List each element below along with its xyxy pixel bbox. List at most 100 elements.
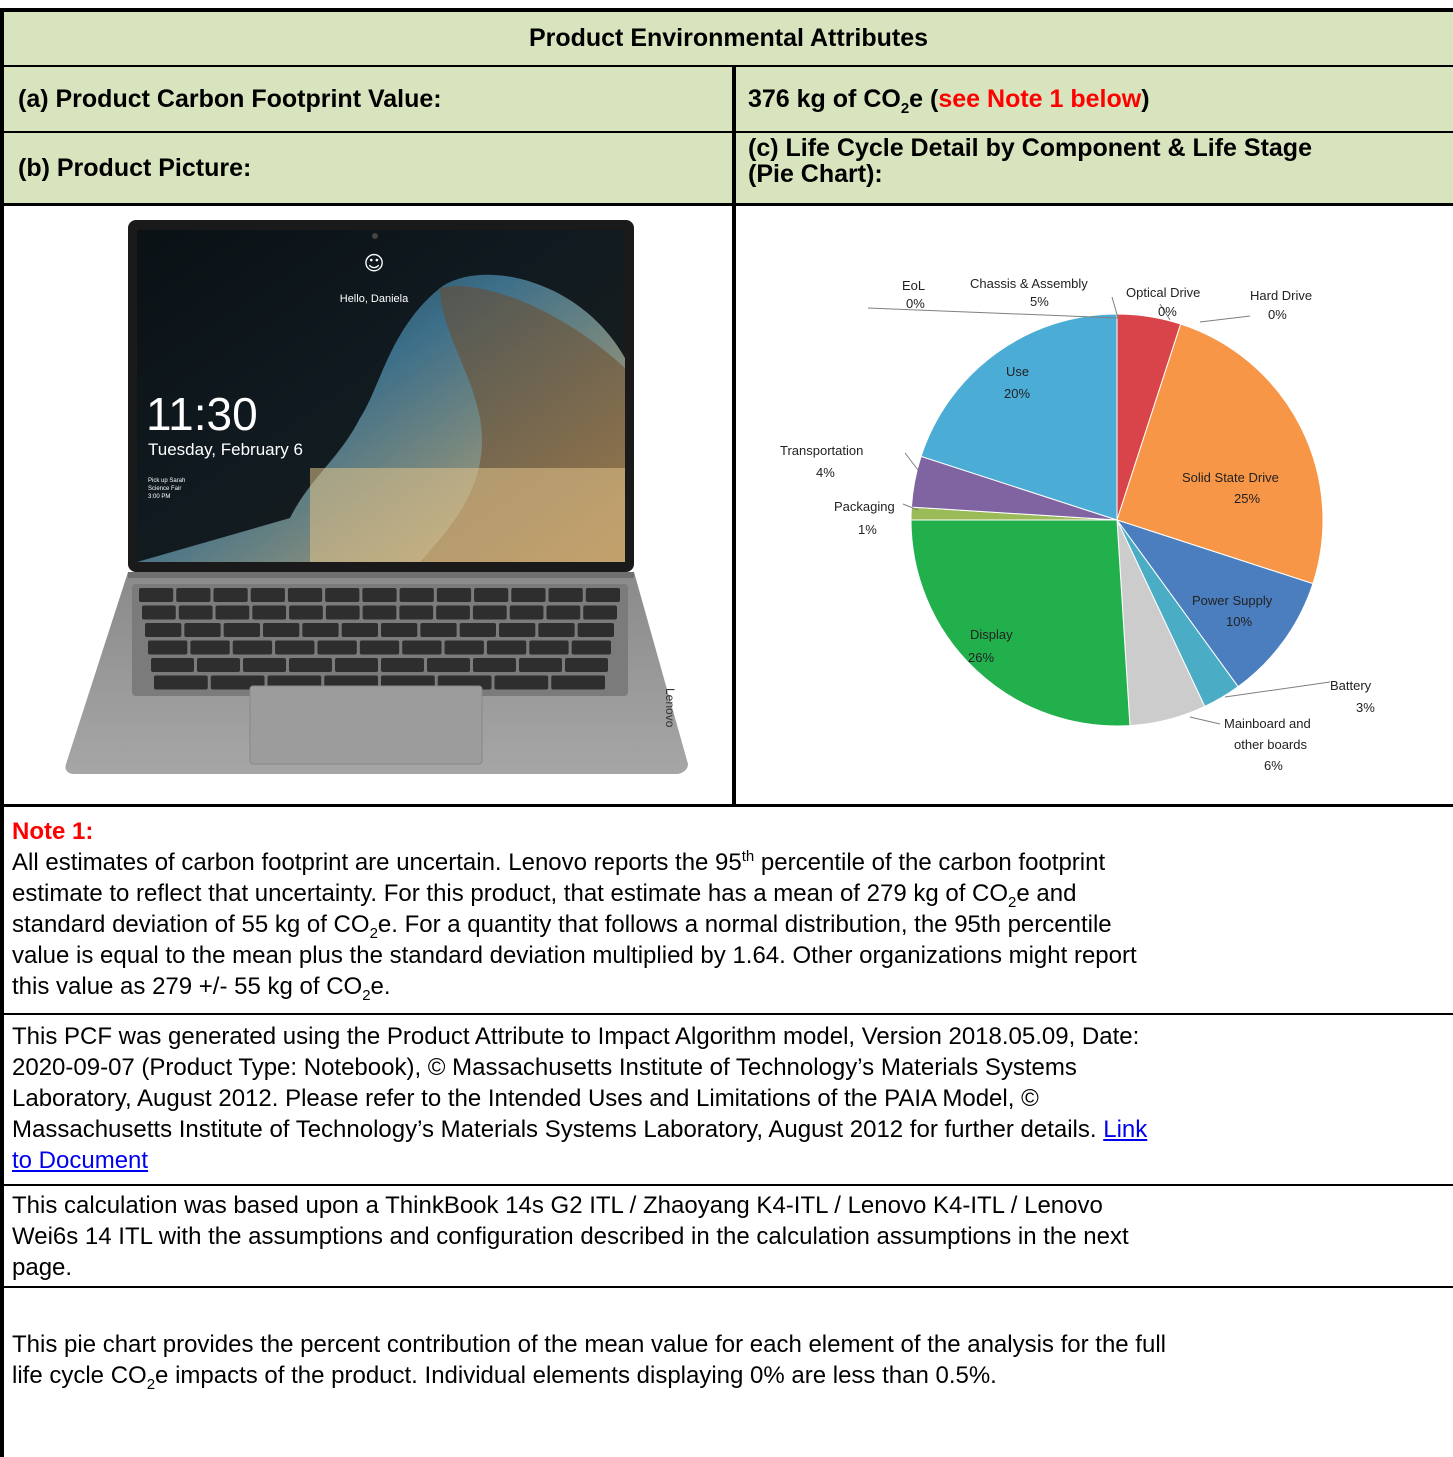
keyboard-key — [486, 640, 527, 655]
footprint-label: (a) Product Carbon Footprint Value: — [18, 84, 442, 113]
keyboard-key — [577, 623, 614, 637]
brand-logo: Lenovo — [663, 688, 677, 728]
keyboard-key — [519, 658, 562, 672]
keyboard-key — [551, 675, 605, 690]
document-link-continued[interactable]: to Document — [12, 1147, 148, 1174]
pie-label-battery: Battery — [1330, 678, 1372, 693]
keyboard-key — [232, 640, 273, 655]
keyboard-key — [583, 605, 617, 620]
keyboard-key — [325, 605, 360, 620]
pie-value-ssd: 25% — [1234, 491, 1260, 506]
note1-line: All estimates of carbon footprint are un… — [12, 848, 1106, 876]
keyboard-key — [399, 605, 434, 620]
keyboard-key — [459, 623, 496, 637]
keyboard-key — [335, 658, 378, 672]
keyboard-key — [243, 658, 286, 672]
lock-date: Tuesday, February 6 — [148, 440, 303, 459]
divider — [4, 1013, 1453, 1015]
divider — [4, 1184, 1453, 1186]
pie-value-packaging: 1% — [858, 522, 877, 537]
keyboard-key — [548, 588, 583, 602]
pie-label-optical: Optical Drive — [1126, 285, 1200, 300]
keyboard-key — [494, 675, 549, 690]
pcf-sheet: Product Environmental Attributes (a) Pro… — [0, 0, 1453, 1457]
keyboard-key — [509, 605, 544, 620]
greeting-text: Hello, Daniela — [340, 293, 409, 305]
keyboard-key — [263, 623, 300, 637]
footprint-label-cell: (a) Product Carbon Footprint Value: — [4, 67, 732, 131]
keyboard-key — [289, 658, 332, 672]
pie-value-eol: 0% — [906, 296, 925, 311]
keyboard-key — [571, 640, 611, 655]
keyboard-key — [538, 623, 575, 637]
keyboard-key — [585, 588, 620, 602]
note1-line: standard deviation of 55 kg of CO2e. For… — [12, 911, 1112, 942]
note1-line: estimate to reflect that uncertainty. Fo… — [12, 880, 1077, 911]
pie-value-battery: 3% — [1356, 700, 1375, 715]
touchpad — [249, 685, 483, 765]
keyboard-key — [215, 605, 250, 620]
pie-description: This pie chart provides the percent cont… — [12, 1331, 1166, 1393]
note1-line: value is equal to the mean plus the stan… — [12, 942, 1137, 969]
calculation-paragraph: This calculation was based upon a ThinkB… — [12, 1192, 1129, 1281]
keyboard-key — [511, 588, 546, 602]
keyboard-key — [184, 623, 221, 637]
chart-label-line2: (Pie Chart): — [748, 160, 883, 189]
pie-value-mainboard: 6% — [1264, 758, 1283, 773]
table-border-left — [0, 8, 4, 1457]
keyboard-key — [178, 605, 213, 620]
pie-value-transport: 4% — [816, 465, 835, 480]
chart-label-line1: (c) Life Cycle Detail by Component & Lif… — [748, 134, 1312, 162]
pie-label-transport: Transportation — [780, 443, 863, 458]
keyboard-key — [362, 588, 397, 602]
keyboard-key — [154, 675, 208, 690]
svg-text:Science Fair: Science Fair — [148, 486, 181, 492]
keyboard-key — [197, 658, 240, 672]
keyboard-key — [474, 588, 509, 602]
keyboard-key — [565, 658, 608, 672]
keyboard-key — [359, 640, 400, 655]
keyboard-key — [436, 588, 472, 602]
keyboard-key — [148, 640, 188, 655]
svg-text:3:00 PM: 3:00 PM — [148, 494, 170, 500]
footprint-value: 376 kg of CO2e (see Note 1 below) — [748, 84, 1150, 117]
keyboard-key — [325, 588, 360, 602]
keyboard-key — [302, 623, 339, 637]
keyboard-key — [420, 623, 457, 637]
pie-value-chassis: 5% — [1030, 294, 1049, 309]
keyboard-key — [151, 658, 194, 672]
keyboard-key — [402, 640, 442, 655]
pie-value-optical: 0% — [1158, 304, 1177, 319]
note1-line: this value as 279 +/- 55 kg of CO2e. — [12, 973, 391, 1004]
page-title: Product Environmental Attributes — [528, 24, 929, 53]
lock-time: 11:30 — [146, 388, 258, 440]
keyboard-key — [252, 605, 287, 620]
keyboard-key — [381, 658, 424, 672]
pie-value-display: 26% — [968, 650, 994, 665]
life-cycle-pie-chart: EoL 0% Chassis & Assembly 5% Optical Dri… — [780, 276, 1375, 773]
pie-label-ssd: Solid State Drive — [1182, 470, 1279, 485]
document-link[interactable]: Link — [1103, 1116, 1147, 1143]
smiley-icon: ☺ — [364, 251, 385, 275]
pie-value-power: 10% — [1226, 614, 1252, 629]
pie-label-use: Use — [1006, 364, 1029, 379]
pie-value-hard: 0% — [1268, 307, 1287, 322]
keyboard-key — [289, 605, 323, 620]
pie-label-mainboard: Mainboard and — [1224, 716, 1311, 731]
keyboard-key — [176, 588, 211, 602]
keyboard-key — [275, 640, 315, 655]
pie-label-hard: Hard Drive — [1250, 288, 1312, 303]
keyboard-key — [250, 588, 285, 602]
keyboard-key — [341, 623, 378, 637]
keyboard-key — [529, 640, 569, 655]
keyboard-key — [139, 588, 174, 602]
keyboard-key — [427, 658, 470, 672]
pcf-paragraph: This PCF was generated using the Product… — [12, 1023, 1148, 1174]
picture-label: (b) Product Picture: — [18, 153, 252, 182]
keyboard-key — [546, 605, 581, 620]
keyboard-key — [473, 658, 516, 672]
pie-slice-display — [910, 519, 1131, 727]
pie-value-use: 20% — [1004, 386, 1030, 401]
note1-heading: Note 1: — [12, 818, 94, 845]
keyboard-key — [436, 605, 470, 620]
